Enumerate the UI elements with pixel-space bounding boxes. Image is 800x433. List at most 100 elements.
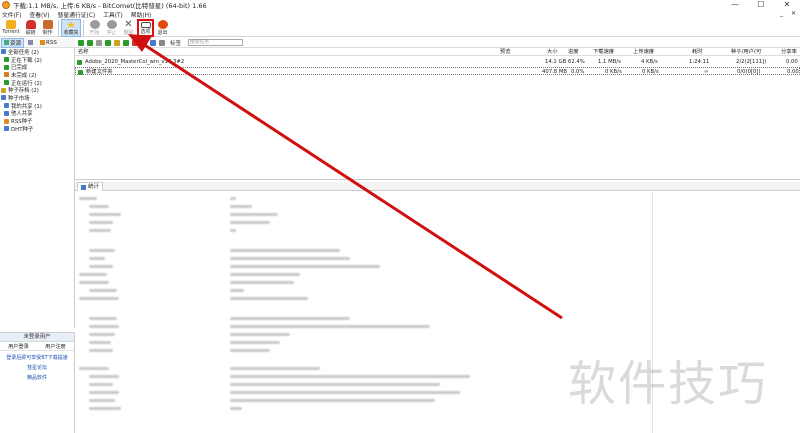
column-name[interactable]: 名称: [78, 48, 89, 56]
sidebar-item-completed[interactable]: 已完成: [0, 63, 74, 71]
sidebar-item-incomplete[interactable]: 未完成 (2): [0, 71, 74, 79]
start-button[interactable]: 开始: [86, 19, 103, 37]
sidebar-item-running[interactable]: 正在运行 (2): [0, 79, 74, 87]
table-row[interactable]: Adobe_2020_MasterCol_win_v10.3#2 14.1 GB…: [75, 58, 800, 66]
column-download-speed[interactable]: 下载速度: [593, 48, 614, 56]
resources-icon: [4, 40, 9, 45]
promo-link[interactable]: 登录后即可享受BT下载提速: [0, 354, 74, 361]
blurred-text: [79, 273, 107, 276]
blurred-text: [230, 213, 278, 216]
login-status: 未登录用户: [0, 333, 74, 342]
blurred-text: [230, 249, 340, 252]
tab-secondary[interactable]: [26, 40, 36, 45]
blurred-text: [89, 257, 105, 260]
blurred-text: [230, 281, 294, 284]
menu-bar: 文件(F) 查看(V) 彗星通行证(C) 工具(T) 帮助(H) _ ✕: [0, 10, 800, 19]
blurred-text: [230, 407, 242, 410]
sidebar-item-rss-torrents[interactable]: RSS种子: [0, 117, 74, 125]
remove-icon[interactable]: [132, 39, 138, 46]
magnet-button[interactable]: 磁链: [22, 19, 39, 37]
folder-icon: [28, 40, 34, 45]
column-ratio[interactable]: 分享率: [781, 48, 797, 56]
rss-icon: [40, 40, 46, 45]
menu-view[interactable]: 查看(V): [29, 10, 49, 19]
blurred-text: [89, 333, 115, 336]
upload-icon[interactable]: [123, 39, 129, 46]
sidebar-item-my-share[interactable]: 我的共享 (1): [0, 102, 74, 110]
menu-file[interactable]: 文件(F): [2, 10, 21, 19]
sidebar-item-all[interactable]: 全部任务 (2): [0, 48, 74, 56]
refresh-icon[interactable]: [78, 39, 84, 46]
blurred-text: [230, 341, 280, 344]
dht-icon: [4, 126, 9, 132]
blurred-text: [230, 265, 380, 268]
mdi-close-button[interactable]: ✕: [791, 10, 796, 17]
incomplete-icon: [4, 72, 9, 78]
pause-icon[interactable]: [96, 39, 102, 46]
menu-help[interactable]: 帮助(H): [131, 10, 151, 19]
blurred-text: [89, 229, 111, 232]
make-torrent-button[interactable]: 制作: [39, 19, 56, 37]
torrent-button[interactable]: Torrent: [0, 19, 22, 37]
close-button[interactable]: ✕: [774, 0, 800, 10]
blurred-text: [89, 265, 113, 268]
column-time[interactable]: 耗时: [692, 48, 703, 56]
blurred-text: [230, 399, 435, 402]
move-down-icon[interactable]: [150, 39, 156, 46]
column-seeds[interactable]: 种子/用户(可: [731, 48, 761, 56]
blurred-text: [230, 257, 350, 260]
move-up-icon[interactable]: [141, 39, 147, 46]
blurred-text: [230, 349, 270, 352]
share-icon: [4, 103, 9, 109]
sidebar-item-others-share[interactable]: 他人共享: [0, 110, 74, 117]
sidebar-item-market[interactable]: 种子市场: [0, 94, 74, 102]
blurred-text: [89, 383, 113, 386]
sidebar-tabs: 资源 RSS: [0, 37, 75, 48]
sidebar-item-downloading[interactable]: 正在下载 (2): [0, 56, 74, 64]
mdi-minimize-button[interactable]: _: [780, 10, 783, 17]
column-progress[interactable]: 进度: [568, 48, 579, 56]
column-size[interactable]: 大小: [547, 48, 558, 56]
blurred-text: [230, 297, 308, 300]
sidebar-item-dht-torrents[interactable]: DHT种子: [0, 125, 74, 133]
sidebar-item-archive[interactable]: 种子存档 (2): [0, 86, 74, 94]
share-icon: [4, 110, 9, 116]
tab-resources[interactable]: 资源: [1, 37, 25, 48]
login-button[interactable]: 用户登录: [8, 343, 29, 350]
blurred-text: [89, 391, 119, 394]
blurred-text: [230, 229, 236, 232]
lock-icon[interactable]: [114, 39, 120, 46]
forum-link[interactable]: 彗星论坛: [0, 364, 74, 371]
options-button[interactable]: 选项: [137, 19, 154, 37]
minimize-button[interactable]: —: [722, 0, 748, 10]
delete-button[interactable]: ✕ 删除: [120, 19, 137, 37]
blurred-text: [230, 289, 244, 292]
search-input[interactable]: 搜索任务: [188, 39, 244, 46]
blurred-text: [79, 281, 109, 284]
toolbar-separator: [83, 20, 84, 36]
tab-statistics[interactable]: 统计: [77, 182, 104, 191]
all-tasks-icon: [1, 49, 6, 55]
stop-button[interactable]: 停止: [103, 19, 120, 37]
column-upload-speed[interactable]: 上传速度: [633, 48, 654, 56]
register-button[interactable]: 用户注册: [45, 343, 66, 350]
menu-passport[interactable]: 彗星通行证(C): [58, 10, 96, 19]
check-icon[interactable]: [105, 39, 111, 46]
tab-rss[interactable]: RSS: [38, 40, 59, 46]
blurred-text: [89, 249, 115, 252]
table-row[interactable]: 新建文件夹 407.8 MB 0.0% 0 KB/s 0 KB/s ∞ 0/0(…: [75, 67, 800, 75]
column-preview[interactable]: 预览: [500, 48, 511, 56]
down-arrow-icon[interactable]: [87, 39, 93, 46]
archive-icon: [1, 87, 6, 93]
tag-filter-label[interactable]: 标签: [170, 39, 181, 47]
download-status-icon: [77, 59, 82, 65]
maximize-button[interactable]: ☐: [748, 0, 774, 10]
menu-tools[interactable]: 工具(T): [103, 10, 123, 19]
stop-icon: [106, 20, 117, 29]
exit-button[interactable]: 退出: [154, 19, 171, 37]
main-toolbar: Torrent 磁链 制作 收藏夹 开始 停止 ✕ 删除 选项 退出: [0, 19, 800, 37]
favorites-button[interactable]: 收藏夹: [61, 19, 81, 37]
folder-status-icon: [78, 69, 83, 75]
software-link[interactable]: 精品软件: [0, 374, 74, 381]
task-list-header: 名称 预览 大小 进度 下载速度 上传速度 耗时 种子/用户(可 分享率: [75, 48, 800, 56]
